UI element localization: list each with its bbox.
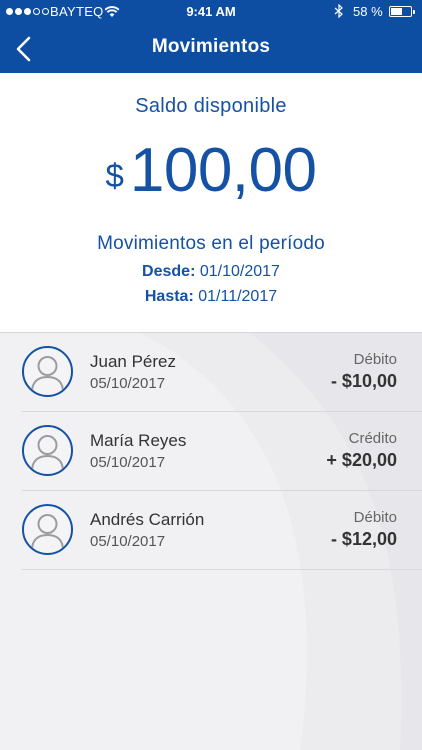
status-bar: BAYTEQ 9:41 AM 58 % (0, 0, 422, 24)
period-to: Hasta: 01/11/2017 (0, 288, 422, 306)
transactions-list: Juan Pérez 05/10/2017 Débito - $10,00 Ma… (0, 332, 422, 750)
page-title: Movimientos (151, 36, 271, 57)
currency-symbol: $ (105, 157, 124, 194)
user-avatar-icon (22, 346, 73, 397)
transaction-date: 05/10/2017 (90, 375, 166, 392)
balance-amount: $100,00 (0, 135, 422, 206)
app-header: BAYTEQ 9:41 AM 58 % Movimientos (0, 0, 422, 73)
transaction-row[interactable]: Andrés Carrión 05/10/2017 Débito - $12,0… (22, 491, 422, 570)
battery-percentage: 58 % (353, 4, 383, 19)
transaction-name: Andrés Carrión (90, 510, 205, 529)
period-from-label: Desde: (142, 263, 196, 280)
transaction-row[interactable]: Juan Pérez 05/10/2017 Débito - $10,00 (22, 333, 422, 412)
balance-value: 100,00 (129, 136, 317, 205)
transaction-type: Débito (353, 509, 397, 526)
transaction-name: Juan Pérez (90, 352, 176, 371)
period-to-label: Hasta: (144, 288, 194, 305)
balance-label: Saldo disponible (135, 95, 287, 117)
battery-icon (389, 6, 415, 17)
transaction-name: María Reyes (90, 431, 187, 450)
period-from: Desde: 01/10/2017 (0, 263, 422, 281)
transaction-type: Débito (353, 351, 397, 368)
user-avatar-icon (22, 504, 73, 555)
period-from-value: 01/10/2017 (199, 263, 280, 280)
transaction-row[interactable]: María Reyes 05/10/2017 Crédito + $20,00 (22, 412, 422, 491)
transaction-amount: - $12,00 (330, 529, 397, 549)
bluetooth-icon (334, 4, 343, 18)
period-to-value: 01/11/2017 (198, 288, 278, 305)
battery-fill (391, 8, 403, 15)
period-title: Movimientos en el período (97, 233, 325, 254)
transaction-amount: - $10,00 (330, 371, 397, 391)
transaction-date: 05/10/2017 (90, 533, 166, 550)
transaction-type: Crédito (348, 430, 397, 447)
transaction-amount: + $20,00 (326, 450, 397, 470)
user-avatar-icon (22, 425, 73, 476)
transaction-date: 05/10/2017 (90, 454, 166, 471)
balance-summary: Saldo disponible $100,00 Movimientos en … (0, 73, 422, 332)
